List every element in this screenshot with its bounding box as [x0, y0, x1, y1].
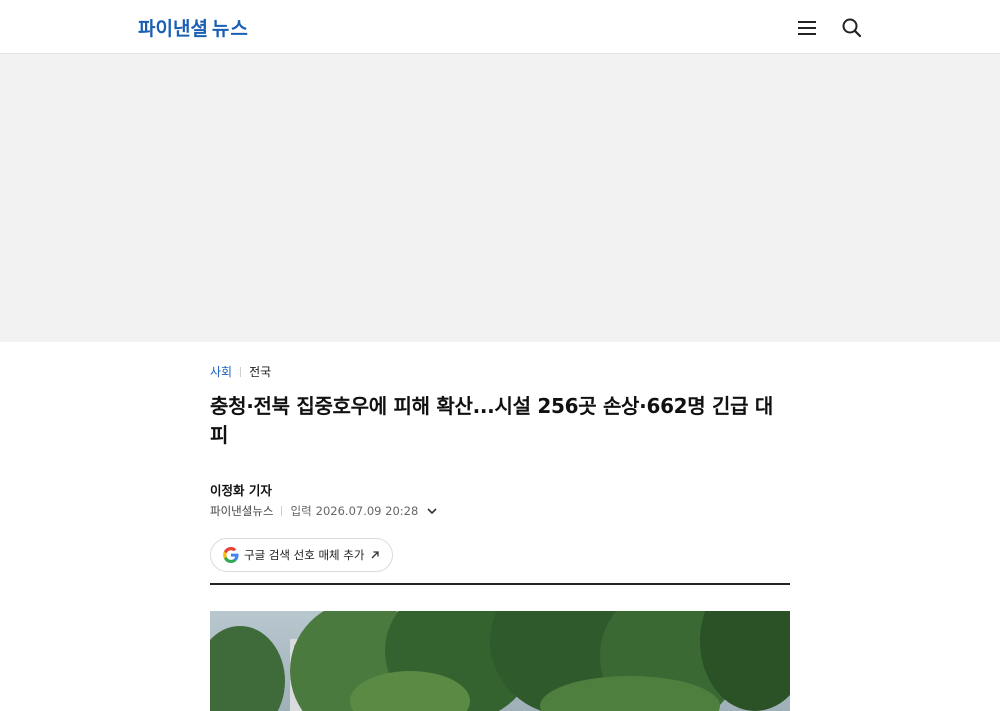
- hamburger-menu-icon[interactable]: [796, 17, 820, 39]
- logo-sub-text: 뉴스: [211, 18, 249, 40]
- search-icon[interactable]: [840, 16, 864, 40]
- article-byline[interactable]: 이정화 기자: [210, 480, 272, 499]
- article-meta: 파이낸셜뉴스 입력 2026.07.09 20:28: [210, 503, 438, 519]
- date-value: 2026.07.09 20:28: [315, 504, 419, 518]
- site-header: 파이낸셜 뉴스: [0, 0, 1000, 54]
- breadcrumb-item-nationwide[interactable]: 전국: [249, 363, 271, 380]
- meta-divider: [281, 506, 283, 516]
- site-logo[interactable]: 파이낸셜 뉴스: [138, 14, 249, 40]
- google-logo-icon: [223, 547, 239, 563]
- external-arrow-icon: [371, 551, 380, 559]
- header-divider: [210, 583, 790, 585]
- logo-main-text: 파이낸셜: [138, 18, 208, 40]
- google-button-label: 구글 검색 선호 매체 추가: [244, 548, 365, 562]
- advertisement-area: [0, 54, 1000, 342]
- date-label: 입력: [290, 504, 312, 518]
- outlet-name: 파이낸셜뉴스: [210, 504, 274, 518]
- article-title: 충청·전북 집중호우에 피해 확산...시설 256곳 손상·662명 긴급 대…: [210, 394, 774, 447]
- breadcrumb-item-society[interactable]: 사회: [210, 363, 232, 380]
- chevron-down-icon[interactable]: [426, 505, 438, 517]
- breadcrumb: 사회 전국: [210, 363, 271, 380]
- google-preferred-source-button[interactable]: 구글 검색 선호 매체 추가: [210, 538, 394, 572]
- breadcrumb-divider: [240, 366, 242, 377]
- article-photo[interactable]: [210, 611, 790, 711]
